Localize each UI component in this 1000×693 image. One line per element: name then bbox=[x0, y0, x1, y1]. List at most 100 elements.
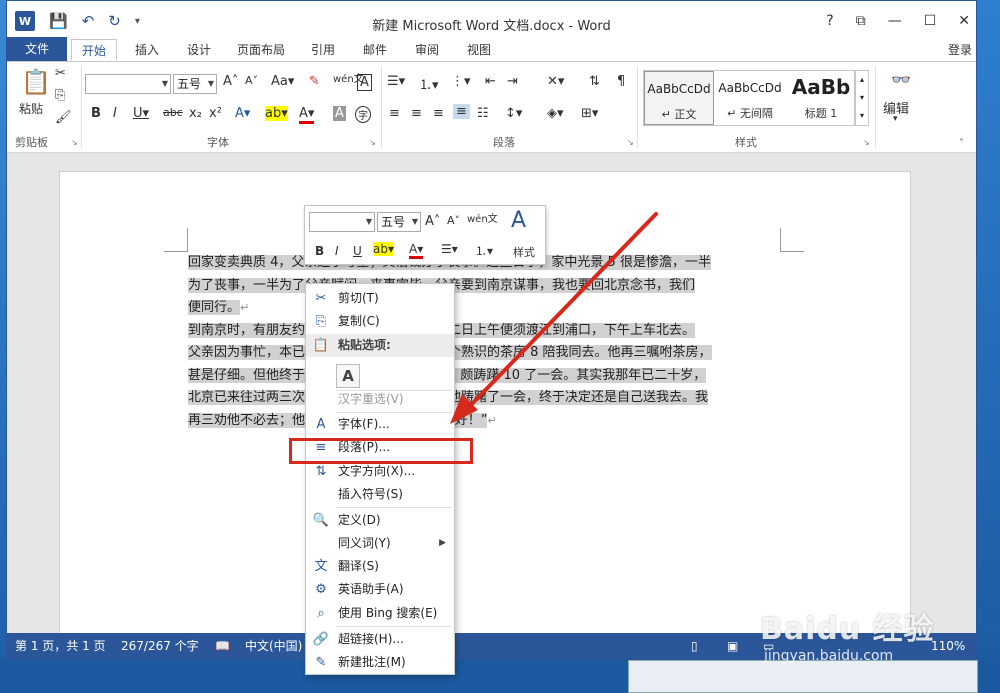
cut-icon[interactable]: ✂ bbox=[55, 66, 66, 81]
styles-scroll[interactable]: ▴ ▾ ▾ bbox=[855, 70, 869, 126]
strikethrough-icon[interactable]: abc bbox=[163, 106, 183, 119]
mini-font-name-combo[interactable]: ▼ bbox=[309, 212, 375, 232]
mini-phonetic-icon[interactable]: wén文 bbox=[467, 210, 498, 225]
bold-icon[interactable]: B bbox=[91, 106, 101, 121]
multilevel-list-icon[interactable]: ⋮▾ bbox=[451, 74, 471, 89]
italic-icon[interactable]: I bbox=[113, 106, 117, 121]
line-spacing-icon[interactable]: ↕▾ bbox=[505, 106, 522, 121]
clipboard-launcher-icon[interactable]: ↘ bbox=[71, 138, 78, 147]
style-no-spacing[interactable]: AaBbCcDd ↵ 无间隔 bbox=[715, 71, 785, 125]
decrease-indent-icon[interactable]: ⇤ bbox=[485, 74, 496, 89]
mini-italic-icon[interactable]: I bbox=[335, 244, 339, 258]
subscript-icon[interactable]: x₂ bbox=[189, 106, 202, 121]
mini-styles-icon[interactable]: A bbox=[511, 208, 526, 233]
menu-font[interactable]: A 字体(F)... bbox=[306, 413, 454, 436]
font-launcher-icon[interactable]: ↘ bbox=[369, 138, 376, 147]
proofing-icon[interactable]: 📖 bbox=[215, 633, 230, 659]
paste-icon[interactable]: 📋 bbox=[21, 68, 51, 96]
binoculars-icon[interactable]: 👓 bbox=[891, 70, 911, 89]
show-marks-icon[interactable]: ¶ bbox=[617, 74, 625, 89]
word-count[interactable]: 267/267 个字 bbox=[121, 633, 199, 659]
tab-file[interactable]: 文件 bbox=[7, 37, 67, 61]
menu-translate[interactable]: 文翻译(S) bbox=[306, 555, 454, 578]
text-effects-icon[interactable]: A▾ bbox=[235, 106, 250, 121]
styles-launcher-icon[interactable]: ↘ bbox=[863, 138, 870, 147]
increase-indent-icon[interactable]: ⇥ bbox=[507, 74, 518, 89]
read-mode-icon[interactable]: ▯ bbox=[691, 633, 698, 659]
clear-format-icon[interactable]: ✎ bbox=[309, 74, 320, 89]
mini-bullets-icon[interactable]: ☰▾ bbox=[441, 242, 458, 256]
login-link[interactable]: 登录 bbox=[948, 41, 972, 58]
style-heading-1[interactable]: AaBb 标题 1 bbox=[786, 71, 856, 125]
borders-icon[interactable]: ⊞▾ bbox=[581, 106, 598, 121]
style-normal[interactable]: AaBbCcDd ↵ 正文 bbox=[644, 71, 714, 125]
mini-highlight-icon[interactable]: ab▾ bbox=[373, 242, 394, 256]
align-right-icon[interactable]: ≡ bbox=[433, 106, 444, 121]
help-button[interactable]: ? bbox=[826, 13, 833, 29]
text-line[interactable]: 便同行。 bbox=[188, 300, 241, 315]
clipboard-icon: 📋 bbox=[312, 338, 330, 353]
mini-styles-button[interactable]: 样式 bbox=[513, 244, 535, 260]
ribbon-display-button[interactable]: ⧉ bbox=[856, 13, 866, 29]
tab-view[interactable]: 视图 bbox=[457, 39, 501, 61]
align-left-icon[interactable]: ≡ bbox=[389, 106, 400, 121]
tab-insert[interactable]: 插入 bbox=[125, 39, 169, 61]
mini-numbering-icon[interactable]: ⒈▾ bbox=[475, 242, 493, 259]
mini-font-color-icon[interactable]: A▾ bbox=[409, 242, 424, 259]
format-painter-icon[interactable]: 🖌 bbox=[55, 110, 72, 125]
page-count[interactable]: 第 1 页，共 1 页 bbox=[15, 633, 106, 659]
bullets-icon[interactable]: ☰▾ bbox=[387, 74, 405, 89]
sort-icon[interactable]: ⇅ bbox=[589, 74, 600, 89]
menu-hyperlink[interactable]: 🔗 超链接(H)... bbox=[306, 628, 454, 651]
shrink-font-icon[interactable]: A˅ bbox=[245, 74, 258, 87]
paragraph-launcher-icon[interactable]: ↘ bbox=[627, 138, 634, 147]
tab-mailings[interactable]: 邮件 bbox=[353, 39, 397, 61]
tab-page-layout[interactable]: 页面布局 bbox=[227, 39, 295, 61]
superscript-icon[interactable]: x² bbox=[209, 106, 222, 121]
shading-icon[interactable]: ◈▾ bbox=[547, 106, 564, 121]
paste-button[interactable]: 粘贴 bbox=[19, 100, 43, 117]
tab-review[interactable]: 审阅 bbox=[405, 39, 449, 61]
close-button[interactable]: ✕ bbox=[958, 13, 970, 29]
menu-cut[interactable]: ✂ 剪切(T) bbox=[306, 287, 454, 310]
highlight-icon[interactable]: ab▾ bbox=[265, 106, 288, 121]
group-separator bbox=[381, 66, 382, 148]
font-size-combo[interactable]: 五号 ▼ bbox=[173, 74, 217, 94]
underline-icon[interactable]: U▾ bbox=[133, 106, 149, 121]
numbering-icon[interactable]: ⒈▾ bbox=[419, 74, 439, 93]
grow-font-icon[interactable]: A˄ bbox=[223, 74, 238, 89]
chevron-down-icon[interactable]: ▾ bbox=[893, 114, 898, 124]
char-border-icon[interactable]: A bbox=[357, 74, 372, 91]
minimize-button[interactable]: — bbox=[888, 13, 902, 29]
copy-icon[interactable]: ⎘ bbox=[55, 88, 65, 103]
mini-underline-icon[interactable]: U bbox=[353, 244, 362, 258]
mini-grow-font-icon[interactable]: A˄ bbox=[425, 214, 440, 229]
tab-design[interactable]: 设计 bbox=[177, 39, 221, 61]
maximize-button[interactable]: ☐ bbox=[924, 13, 937, 29]
font-name-combo[interactable]: ▼ bbox=[85, 74, 171, 94]
align-center-icon[interactable]: ≡ bbox=[411, 106, 422, 121]
menu-define[interactable]: 🔍 定义(D) bbox=[306, 509, 454, 532]
justify-icon[interactable]: ≡ bbox=[453, 104, 470, 119]
menu-synonyms[interactable]: 同义词(Y) ▶ bbox=[306, 532, 454, 555]
tab-home[interactable]: 开始 bbox=[71, 39, 118, 61]
change-case-icon[interactable]: Aa▾ bbox=[271, 74, 294, 89]
mini-shrink-font-icon[interactable]: A˅ bbox=[447, 214, 460, 227]
char-shading-icon[interactable]: A bbox=[333, 106, 346, 121]
paste-keep-text-only[interactable]: A bbox=[336, 364, 360, 388]
distributed-icon[interactable]: ☷ bbox=[477, 106, 489, 121]
collapse-ribbon-icon[interactable]: ˄ bbox=[959, 138, 964, 149]
tab-references[interactable]: 引用 bbox=[301, 39, 345, 61]
mini-font-size-combo[interactable]: 五号 ▼ bbox=[377, 212, 421, 232]
menu-bing-search[interactable]: ⌕ 使用 Bing 搜索(E) bbox=[306, 602, 454, 625]
mini-bold-icon[interactable]: B bbox=[315, 244, 324, 258]
font-color-icon[interactable]: A▾ bbox=[299, 106, 315, 124]
menu-english-assistant[interactable]: ⚙ 英语助手(A) bbox=[306, 578, 454, 601]
enclose-char-icon[interactable]: 字 bbox=[355, 106, 371, 123]
menu-insert-symbol[interactable]: 插入符号(S) bbox=[306, 483, 454, 506]
language-indicator[interactable]: 中文(中国) bbox=[245, 633, 302, 659]
print-layout-icon[interactable]: ▣ bbox=[727, 633, 738, 659]
asian-layout-icon[interactable]: ✕▾ bbox=[547, 74, 564, 89]
menu-copy[interactable]: ⎘ 复制(C) bbox=[306, 310, 454, 333]
menu-new-comment[interactable]: ✎ 新建批注(M) bbox=[306, 651, 454, 674]
